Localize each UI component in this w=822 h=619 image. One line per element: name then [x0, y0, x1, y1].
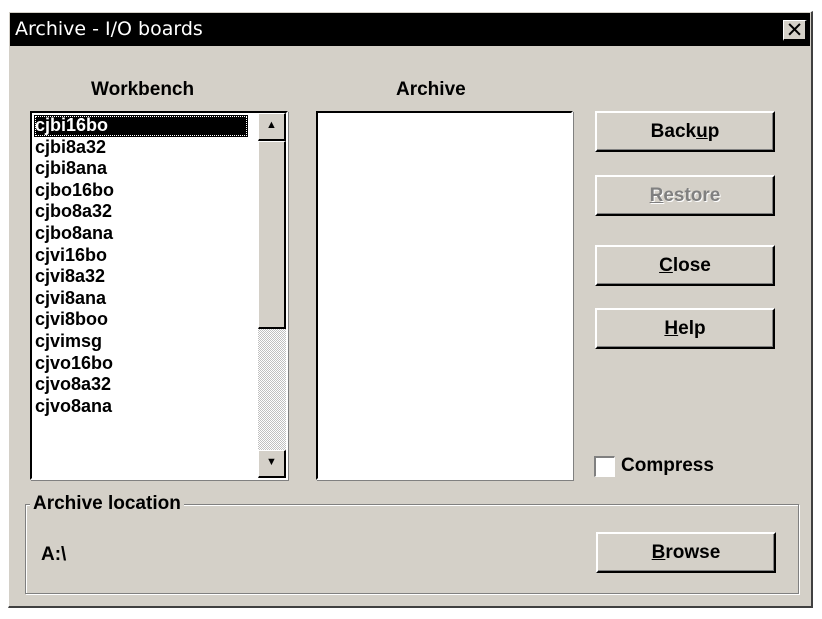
- restore-button[interactable]: Restore: [595, 175, 775, 216]
- list-item[interactable]: cjvi8boo: [34, 309, 255, 331]
- archive-location-group: Archive location A:\ Browse: [25, 493, 799, 594]
- workbench-list-items: cjbi16bo cjbi8a32 cjbi8ana cjbo16bo cjbo8a32…: [34, 115, 255, 476]
- list-item[interactable]: cjvi8a32: [34, 266, 255, 288]
- browse-button[interactable]: Browse: [596, 532, 776, 573]
- close-window-button[interactable]: ✕: [783, 18, 807, 42]
- list-item[interactable]: cjvo16bo: [34, 353, 255, 375]
- archive-listbox[interactable]: [316, 111, 573, 480]
- compress-label[interactable]: Compress: [621, 455, 714, 477]
- archive-location-path: A:\: [41, 544, 67, 565]
- workbench-listbox[interactable]: cjbi16bo cjbi8a32 cjbi8ana cjbo16bo cjbo8a32…: [30, 111, 288, 480]
- workbench-heading: Workbench: [91, 79, 195, 100]
- list-item[interactable]: cjvo8ana: [34, 396, 255, 418]
- list-item[interactable]: cjvo8a32: [34, 374, 255, 396]
- list-item[interactable]: cjbi8ana: [34, 158, 255, 180]
- help-button[interactable]: Help: [595, 308, 775, 349]
- archive-location-heading: Archive location: [30, 493, 184, 515]
- list-item[interactable]: cjbi16bo: [34, 115, 248, 137]
- list-item[interactable]: cjbi8a32: [34, 137, 255, 159]
- list-item[interactable]: cjvi8ana: [34, 288, 255, 310]
- list-item[interactable]: cjvimsg: [34, 331, 255, 353]
- scroll-down-button[interactable]: ▼: [258, 450, 286, 478]
- archive-heading: Archive: [396, 79, 466, 100]
- scroll-up-arrow-icon: ▲: [266, 119, 277, 131]
- list-item[interactable]: cjvi16bo: [34, 245, 255, 267]
- archive-dialog: Archive - I/O boards ✕ Workbench Archive…: [8, 11, 813, 608]
- window-title: Archive - I/O boards: [15, 18, 203, 40]
- title-bar[interactable]: Archive - I/O boards ✕: [10, 13, 810, 46]
- scroll-down-arrow-icon: ▼: [266, 456, 277, 468]
- scroll-thumb[interactable]: [258, 141, 286, 329]
- close-button[interactable]: Close: [595, 245, 775, 286]
- workbench-scrollbar[interactable]: ▲ ▼: [258, 113, 286, 478]
- scroll-up-button[interactable]: ▲: [258, 113, 286, 141]
- compress-checkbox[interactable]: [594, 456, 615, 477]
- close-x-icon: ✕: [785, 18, 804, 42]
- backup-button[interactable]: Backup: [595, 111, 775, 152]
- list-item[interactable]: cjbo8a32: [34, 201, 255, 223]
- list-item[interactable]: cjbo16bo: [34, 180, 255, 202]
- list-item[interactable]: cjbo8ana: [34, 223, 255, 245]
